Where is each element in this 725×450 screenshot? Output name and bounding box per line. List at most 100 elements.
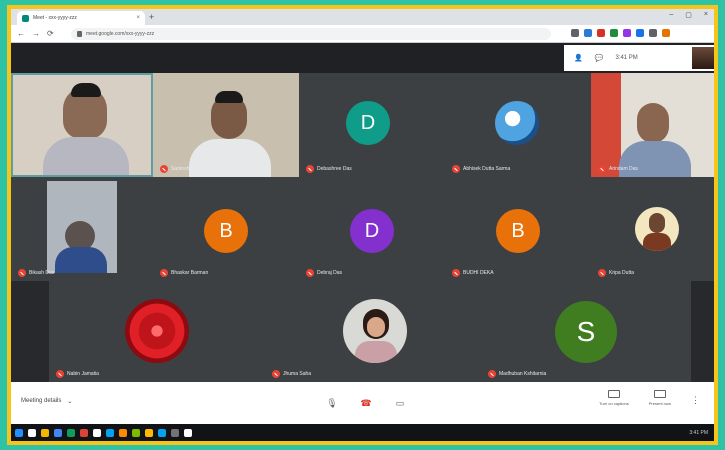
url-input[interactable]: meet.google.com/xxx-yyyy-zzz (71, 28, 551, 40)
participant-tile-5[interactable]: Arindam Das (591, 73, 714, 177)
participant-tile-13[interactable]: S Madhuban Kshitarnia (481, 281, 691, 382)
present-icon (653, 390, 666, 398)
extension-icon[interactable] (610, 29, 618, 37)
extension-icon[interactable] (571, 29, 579, 37)
meet-info-box: 👤 💬 3:41 PM (564, 45, 714, 71)
participant-name: Madhuban Kshitarnia (499, 371, 547, 377)
participant-name-tag: Kripa Dutta (598, 269, 634, 277)
participant-photo (343, 299, 407, 363)
taskbar-app-icon[interactable] (145, 428, 153, 437)
participant-shirt (43, 137, 129, 175)
participant-avatar: S (555, 301, 617, 363)
captions-label: Turn on captions (599, 401, 629, 406)
self-view-thumbnail[interactable] (692, 47, 714, 69)
present-button[interactable]: Present now (649, 390, 671, 406)
tab-title: Meet - xxx-yyyy-zzz (33, 15, 77, 21)
start-windows-icon[interactable] (15, 428, 23, 437)
taskbar-app-icon[interactable] (106, 428, 114, 437)
participant-avatar: B (496, 209, 540, 253)
grid-gutter-left (11, 281, 49, 382)
participant-name: Debraj Das (317, 270, 343, 276)
back-button[interactable]: ← (17, 29, 25, 38)
participant-tile-9[interactable]: B BUDHI DEKA (445, 177, 591, 281)
maximize-button[interactable]: ▢ (685, 11, 692, 19)
address-bar-row: ← → ⟳ meet.google.com/xxx-yyyy-zzz (11, 25, 714, 43)
extension-icon[interactable] (662, 29, 670, 37)
participant-tile-8[interactable]: D Debraj Das (299, 177, 445, 281)
grid-gutter-right (691, 281, 714, 382)
participant-tile-1[interactable] (11, 73, 153, 177)
participant-avatar: B (204, 209, 248, 253)
participant-avatar: D (350, 209, 394, 253)
participant-name-tag: Debashree Das (306, 165, 352, 173)
more-options-button[interactable]: ⋮ (691, 395, 700, 406)
nav-buttons: ← → ⟳ (17, 29, 54, 38)
taskbar-app-icon[interactable] (54, 428, 62, 437)
reload-button[interactable]: ⟳ (47, 29, 54, 38)
participant-name: Santosh Kumar (171, 166, 206, 172)
participant-photo (635, 207, 679, 251)
participant-name-tag: Bikash Das (18, 269, 54, 277)
hang-up-button[interactable]: ☎ (357, 394, 375, 412)
taskbar-app-icon[interactable] (158, 428, 166, 437)
extension-icon[interactable] (623, 29, 631, 37)
participant-name: BUDHI DEKA (463, 270, 494, 276)
participant-tile-2[interactable]: Santosh Kumar (153, 73, 299, 177)
taskbar-app-icon[interactable] (119, 428, 127, 437)
participant-name: Debashree Das (317, 166, 352, 172)
camera-button[interactable]: ▭ (391, 394, 409, 412)
mic-muted-icon (272, 370, 280, 378)
participant-tile-4[interactable]: Abhisek Dutta Sarma (445, 73, 591, 177)
taskbar-app-icon[interactable] (132, 428, 140, 437)
participant-name: Nabin Jamatia (67, 371, 99, 377)
participant-tile-7[interactable]: B Bhaskar Barman (153, 177, 299, 281)
tab-close-icon[interactable]: × (136, 15, 140, 21)
participant-name-tag: Santosh Kumar (160, 165, 205, 173)
microphone-button[interactable]: 🎙 (323, 394, 341, 412)
participant-photo (125, 299, 189, 363)
center-controls: 🎙 ☎ ▭ (323, 394, 409, 412)
browser-tab[interactable]: Meet - xxx-yyyy-zzz × (17, 11, 145, 25)
participant-tile-11[interactable]: Nabin Jamatia (49, 281, 265, 382)
extension-icon[interactable] (584, 29, 592, 37)
extension-icon[interactable] (597, 29, 605, 37)
taskbar-app-icon[interactable] (171, 428, 179, 437)
participant-name-tag: Bhaskar Barman (160, 269, 208, 277)
taskbar-app-icon[interactable] (41, 428, 49, 437)
participant-tile-6[interactable]: Bikash Das (11, 177, 153, 281)
taskbar-app-icon[interactable] (28, 428, 36, 437)
meet-header: 👤 💬 3:41 PM (11, 43, 714, 73)
participant-tile-3[interactable]: D Debashree Das (299, 73, 445, 177)
url-text: meet.google.com/xxx-yyyy-zzz (86, 31, 155, 37)
meet-controls-bar: Meeting details ⌄ 🎙 ☎ ▭ Turn on captions… (11, 382, 714, 424)
mic-muted-icon (56, 370, 64, 378)
meeting-details-button[interactable]: Meeting details ⌄ (21, 398, 72, 405)
minimize-button[interactable]: – (669, 11, 673, 19)
chat-icon[interactable]: 💬 (595, 54, 604, 62)
participant-name-tag: BUDHI DEKA (452, 269, 494, 277)
mic-muted-icon (306, 165, 314, 173)
forward-button[interactable]: → (32, 29, 40, 38)
new-tab-button[interactable]: + (149, 12, 154, 22)
present-label: Present now (648, 401, 671, 406)
lock-icon (77, 31, 82, 37)
right-controls: Turn on captions Present now ⋮ (599, 390, 700, 406)
taskbar-app-icon[interactable] (93, 428, 101, 437)
participant-hair (215, 91, 243, 103)
people-icon[interactable]: 👤 (574, 54, 583, 62)
taskbar-app-icon[interactable] (80, 428, 88, 437)
taskbar-app-icon[interactable] (184, 428, 192, 437)
participant-tile-10[interactable]: Kripa Dutta (591, 177, 714, 281)
extension-icon[interactable] (636, 29, 644, 37)
taskbar-app-icon[interactable] (67, 428, 75, 437)
taskbar-clock: 3:41 PM (689, 429, 708, 436)
participant-name: Jhuma Saha (283, 371, 312, 377)
meeting-time: 3:41 PM (615, 55, 638, 61)
participant-name: Kripa Dutta (609, 270, 635, 276)
participant-name-tag: Jhuma Saha (272, 370, 311, 378)
close-window-button[interactable]: × (704, 11, 708, 19)
captions-button[interactable]: Turn on captions (599, 390, 629, 406)
participant-tile-12[interactable]: Jhuma Saha (265, 281, 481, 382)
screen: Meet - xxx-yyyy-zzz × + – ▢ × ← → ⟳ meet… (11, 9, 714, 441)
extension-icon[interactable] (649, 29, 657, 37)
